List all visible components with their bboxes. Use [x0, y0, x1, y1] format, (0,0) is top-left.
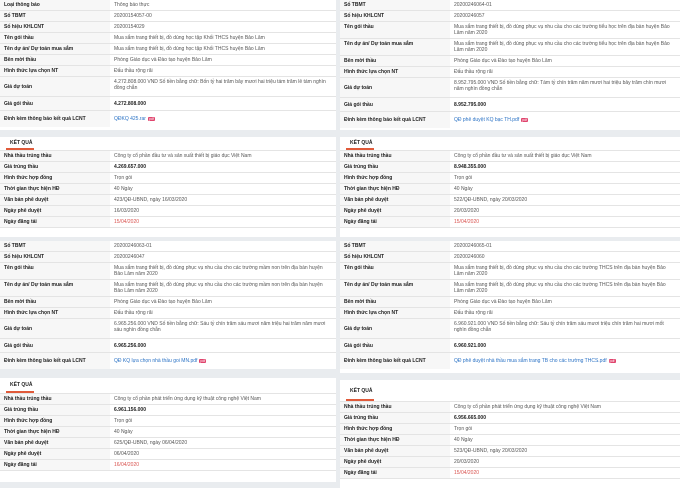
- row-winning-price: Giá trúng thầu 8.948.355.000: [340, 162, 680, 173]
- row-winner: Nhà thầu trúng thầu Công ty cổ phần phát …: [340, 402, 680, 413]
- row-estimate: Giá dự toán 6.960.921.000 VND Số tiền bằn…: [340, 319, 680, 339]
- row-inviter: Bên mời thầu Phòng Giáo dục và Đào tạo hu…: [340, 56, 680, 67]
- row-winner: Nhà thầu trúng thầu Công ty cổ phần đầu t…: [0, 151, 336, 162]
- bid-panel-2: Số TBMT 20200246064-01 Số hiệu KHLCNT 2020…: [340, 0, 680, 130]
- pdf-icon: pdf: [147, 116, 155, 121]
- row-duration: Thời gian thực hiện HĐ 40 Ngày: [340, 435, 680, 446]
- row-selection-method: Hình thức lựa chọn NT Đấu thầu rộng rãi: [340, 67, 680, 78]
- attachment-link[interactable]: QĐ phê duyệt KQ bạc TH.pdf: [454, 117, 519, 123]
- result-panel-3: KẾT QUẢ Nhà thầu trúng thầu Công ty cổ ph…: [0, 378, 336, 482]
- row-duration: Thời gian thực hiện HĐ 40 Ngày: [0, 184, 336, 195]
- bid-panel-1: Loại thông báo Thông báo thực Số TBMT 2020…: [0, 0, 336, 130]
- row-approval-doc: Văn bản phê duyệt 522/QĐ-UBND, ngày 20/03…: [340, 195, 680, 206]
- row-winner: Nhà thầu trúng thầu Công ty cổ phần phát …: [0, 394, 336, 405]
- result-header: KẾT QUẢ: [340, 380, 680, 402]
- row-estimate: Giá dự toán 8.952.795.000 VND Số tiền bằn…: [340, 78, 680, 98]
- bid-panel-3: Số TBMT 20200246063-01 Số hiệu KHLCNT 2020…: [0, 241, 336, 369]
- row-estimate: Giá dự toán 6.965.256.000 VND Số tiền bằn…: [0, 319, 336, 339]
- row-post-date: Ngày đăng tải 15/04/2020: [0, 217, 336, 228]
- row-khlcnt: Số hiệu KHLCNT 20200246060: [340, 252, 680, 263]
- row-approval-date: Ngày phê duyệt 20/03/2020: [340, 206, 680, 217]
- row-selection-method: Hình thức lựa chọn NT Đấu thầu rộng rãi: [0, 308, 336, 319]
- row-tbmt: Số TBMT 20200246065-01: [340, 241, 680, 252]
- row-package-price: Giá gói thầu 6.960.921.000: [340, 339, 680, 353]
- result-header: KẾT QUẢ: [0, 378, 336, 394]
- row-winning-price: Giá trúng thầu 4.269.657.000: [0, 162, 336, 173]
- attachment-link[interactable]: QĐKQ 425.rar: [114, 116, 146, 122]
- row-package-name: Tên gói thầu Mua sắm trang thiết bị, đồ d…: [0, 263, 336, 280]
- pdf-icon: pdf: [199, 358, 207, 363]
- row-project-name: Tên dự án/ Dự toán mua sắm Mua sắm trang …: [0, 280, 336, 297]
- row-approval-doc: Văn bản phê duyệt 625/QĐ-UBND, ngày 06/04…: [0, 438, 336, 449]
- row-approval-date: Ngày phê duyệt 16/03/2020: [0, 206, 336, 217]
- attachment-link[interactable]: QĐ KQ lựa chọn nhà thầu goi MN.pdf: [114, 358, 197, 364]
- row-package-name: Tên gói thầu Mua sắm trang thiết bị, đồ d…: [340, 263, 680, 280]
- row-inviter: Bên mời thầu Phòng Giáo dục và Đào tạo hu…: [0, 55, 336, 66]
- result-panel-1: KẾT QUẢ Nhà thầu trúng thầu Công ty cổ ph…: [0, 137, 336, 237]
- row-tbmt: Số TBMT 20200246064-01: [340, 0, 680, 11]
- row-approval-doc: Văn bản phê duyệt 423/QĐ-UBND, ngày 16/03…: [0, 195, 336, 206]
- row-post-date: Ngày đăng tải 16/04/2020: [0, 460, 336, 471]
- row-post-date: Ngày đăng tải 15/04/2020: [340, 468, 680, 479]
- row-estimate: Giá dự toán 4.272.808.000 VND Số tiền bằn…: [0, 77, 336, 97]
- row-approval-date: Ngày phê duyệt 20/03/2020: [340, 457, 680, 468]
- row-package-name: Tên gói thầu Mua sắm trang thiết bị, đồ d…: [0, 33, 336, 44]
- row-attachment: Đính kèm thông báo kết quả LCNT QĐ KQ lựa…: [0, 353, 336, 369]
- pdf-icon: pdf: [608, 358, 616, 363]
- row-tbmt: Số TBMT 20200154057-00: [0, 11, 336, 22]
- row-duration: Thời gian thực hiện HĐ 40 Ngày: [0, 427, 336, 438]
- row-project-name: Tên dự án/ Dự toán mua sắm Mua sắm trang …: [0, 44, 336, 55]
- result-panel-4: KẾT QUẢ Nhà thầu trúng thầu Công ty cổ ph…: [340, 380, 680, 488]
- result-header: KẾT QUẢ: [340, 137, 680, 151]
- row-package-price: Giá gói thầu 6.965.256.000: [0, 339, 336, 353]
- result-panel-2: KẾT QUẢ Nhà thầu trúng thầu Công ty cổ ph…: [340, 137, 680, 237]
- row-winning-price: Giá trúng thầu 6.961.156.000: [0, 405, 336, 416]
- row-post-date: Ngày đăng tải 15/04/2020: [340, 217, 680, 228]
- row-khlcnt: Số hiệu KHLCNT 20200154029: [0, 22, 336, 33]
- row-package-price: Giá gói thầu 4.272.808.000: [0, 97, 336, 111]
- row-attachment: Đính kèm thông báo kết quả LCNT QĐ phê du…: [340, 353, 680, 369]
- row-notice-type: Loại thông báo Thông báo thực: [0, 0, 336, 11]
- row-winning-price: Giá trúng thầu 6.956.665.000: [340, 413, 680, 424]
- row-project-name: Tên dự án/ Dự toán mua sắm Mua sắm trang …: [340, 39, 680, 56]
- row-khlcnt: Số hiệu KHLCNT 20200246047: [0, 252, 336, 263]
- row-package-name: Tên gói thầu Mua sắm trang thiết bị, đồ d…: [340, 22, 680, 39]
- row-attachment: Đính kèm thông báo kết quả LCNT QĐKQ 425.…: [0, 111, 336, 127]
- row-inviter: Bên mời thầu Phòng Giáo dục và Đào tạo hu…: [0, 297, 336, 308]
- row-selection-method: Hình thức lựa chọn NT Đấu thầu rộng rãi: [0, 66, 336, 77]
- pdf-icon: pdf: [521, 117, 529, 122]
- row-package-price: Giá gói thầu 8.952.795.000: [340, 98, 680, 112]
- row-selection-method: Hình thức lựa chọn NT Đấu thầu rộng rãi: [340, 308, 680, 319]
- row-contract-type: Hình thức hợp đồng Trọn gói: [340, 424, 680, 435]
- result-header: KẾT QUẢ: [0, 137, 336, 151]
- row-contract-type: Hình thức hợp đồng Trọn gói: [0, 173, 336, 184]
- row-inviter: Bên mời thầu Phòng Giáo dục và Đào tạo hu…: [340, 297, 680, 308]
- row-contract-type: Hình thức hợp đồng Trọn gói: [340, 173, 680, 184]
- bid-panel-4: Số TBMT 20200246065-01 Số hiệu KHLCNT 2020…: [340, 241, 680, 373]
- row-project-name: Tên dự án/ Dự toán mua sắm Mua sắm trang …: [340, 280, 680, 297]
- row-contract-type: Hình thức hợp đồng Trọn gói: [0, 416, 336, 427]
- row-approval-date: Ngày phê duyệt 06/04/2020: [0, 449, 336, 460]
- row-khlcnt: Số hiệu KHLCNT 20200246057: [340, 11, 680, 22]
- attachment-link[interactable]: QĐ phê duyệt nhà thầu mua sắm trang TB c…: [454, 358, 607, 364]
- row-tbmt: Số TBMT 20200246063-01: [0, 241, 336, 252]
- row-winner: Nhà thầu trúng thầu Công ty cổ phần đầu t…: [340, 151, 680, 162]
- row-approval-doc: Văn bản phê duyệt 523/QĐ-UBND, ngày 20/03…: [340, 446, 680, 457]
- row-duration: Thời gian thực hiện HĐ 40 Ngày: [340, 184, 680, 195]
- row-attachment: Đính kèm thông báo kết quả LCNT QĐ phê du…: [340, 112, 680, 128]
